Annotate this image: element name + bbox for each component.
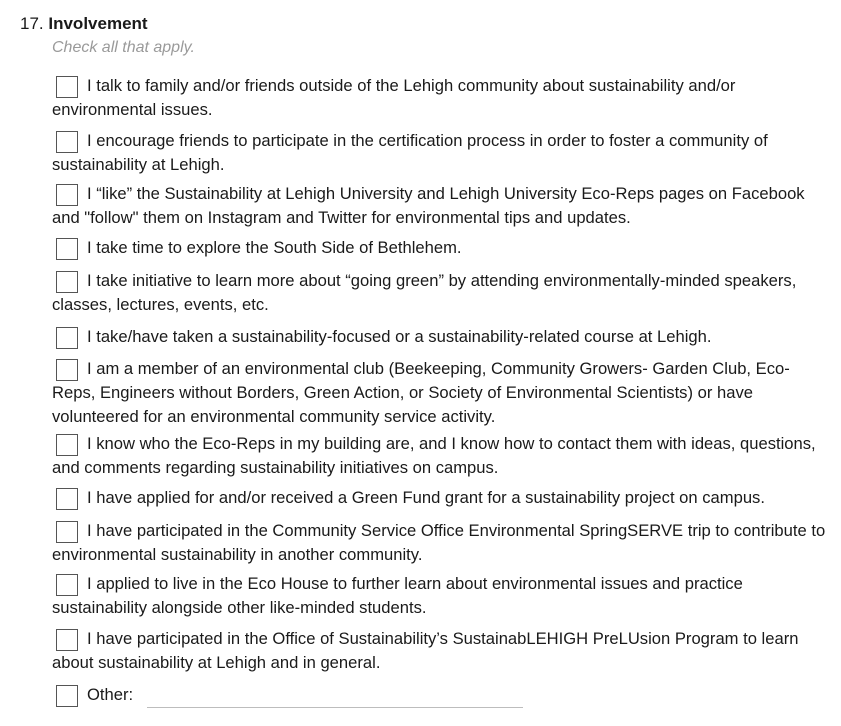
option-environmental-club[interactable]: I am a member of an environmental club (… <box>52 357 827 429</box>
option-sustainability-course[interactable]: I take/have taken a sustainability-focus… <box>52 325 827 349</box>
option-like-social-pages[interactable]: I “like” the Sustainability at Lehigh Un… <box>52 182 827 230</box>
option-encourage-certification[interactable]: I encourage friends to participate in th… <box>52 129 827 177</box>
option-label: I know who the Eco-Reps in my building a… <box>52 434 816 477</box>
question-hint: Check all that apply. <box>52 39 195 56</box>
option-talk-family-friends[interactable]: I talk to family and/or friends outside … <box>52 74 827 122</box>
option-label: I am a member of an environmental club (… <box>52 359 790 426</box>
checkbox[interactable] <box>56 131 78 153</box>
option-label: I take time to explore the South Side of… <box>87 238 462 257</box>
option-explore-south-side[interactable]: I take time to explore the South Side of… <box>52 236 827 260</box>
option-label: Other: <box>87 685 134 704</box>
option-prelusion-program[interactable]: I have participated in the Office of Sus… <box>52 627 827 675</box>
option-label: I have applied for and/or received a Gre… <box>87 488 765 507</box>
checkbox[interactable] <box>56 685 78 707</box>
checkbox[interactable] <box>56 359 78 381</box>
option-label: I take/have taken a sustainability-focus… <box>87 327 712 346</box>
checkbox[interactable] <box>56 76 78 98</box>
checkbox[interactable] <box>56 271 78 293</box>
option-label: I have participated in the Community Ser… <box>52 521 826 564</box>
option-know-eco-reps[interactable]: I know who the Eco-Reps in my building a… <box>52 432 827 480</box>
checkbox[interactable] <box>56 434 78 456</box>
checkbox[interactable] <box>56 521 78 543</box>
checkbox[interactable] <box>56 574 78 596</box>
checkbox[interactable] <box>56 184 78 206</box>
option-label: I take initiative to learn more about “g… <box>52 271 797 314</box>
option-label: I have participated in the Office of Sus… <box>52 629 799 672</box>
other-text-field[interactable] <box>147 684 523 706</box>
option-springserve-trip[interactable]: I have participated in the Community Ser… <box>52 519 827 567</box>
option-label: I talk to family and/or friends outside … <box>52 76 736 119</box>
option-eco-house[interactable]: I applied to live in the Eco House to fu… <box>52 572 827 620</box>
checkbox[interactable] <box>56 327 78 349</box>
question-title: 17. Involvement <box>20 13 148 35</box>
question-number: 17. <box>20 14 44 33</box>
option-label: I applied to live in the Eco House to fu… <box>52 574 743 617</box>
checkbox[interactable] <box>56 488 78 510</box>
question-label: Involvement <box>48 14 148 33</box>
option-going-green-events[interactable]: I take initiative to learn more about “g… <box>52 269 827 317</box>
checkbox[interactable] <box>56 629 78 651</box>
option-label: I encourage friends to participate in th… <box>52 131 768 174</box>
option-green-fund-grant[interactable]: I have applied for and/or received a Gre… <box>52 486 827 510</box>
checkbox[interactable] <box>56 238 78 260</box>
option-label: I “like” the Sustainability at Lehigh Un… <box>52 184 805 227</box>
other-underline <box>147 707 523 708</box>
